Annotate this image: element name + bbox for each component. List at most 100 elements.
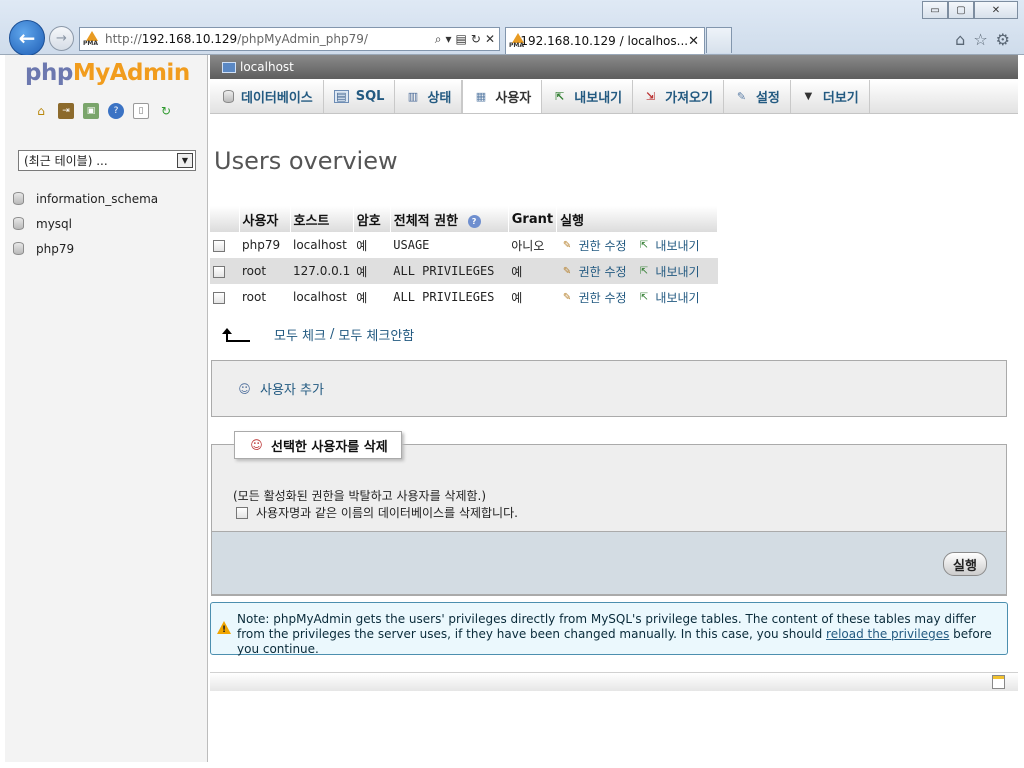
edit-privileges-link[interactable]: ✎ 권한 수정 (560, 237, 627, 254)
database-item-php79[interactable]: php79 (13, 236, 158, 261)
pma-favicon-icon: PMA (509, 33, 524, 49)
add-user-fieldset: ☺ 사용자 추가 (211, 360, 1007, 417)
table-row: root 127.0.0.1 예 ALL PRIVILEGES 예 ✎ 권한 수정… (210, 258, 718, 284)
database-icon (13, 192, 24, 205)
privileges-cell: ALL PRIVILEGES (390, 284, 509, 310)
page-title: Users overview (214, 147, 398, 175)
uncheck-all-link[interactable]: 모두 체크안함 (338, 325, 414, 344)
database-item-information-schema[interactable]: information_schema (13, 186, 158, 211)
add-user-link[interactable]: ☺ 사용자 추가 (237, 379, 324, 399)
search-icon[interactable]: ⌕ (435, 32, 442, 47)
row-checkbox[interactable] (213, 239, 225, 252)
users-table: 사용자 호스트 암호 전체적 권한 ? Grant 실행 php79 local… (210, 206, 719, 310)
phpmyadmin-logo[interactable]: phpMyAdmin (25, 60, 190, 86)
favorites-star-icon[interactable]: ☆ (973, 30, 987, 49)
home-icon[interactable]: ⌂ (33, 103, 49, 119)
drop-database-option[interactable]: 사용자명과 같은 이름의 데이터베이스를 삭제합니다. (236, 504, 518, 521)
console-bar (210, 672, 1018, 691)
pma-favicon-icon: PMA (83, 31, 101, 47)
top-menu-tabs: 데이터베이스 ▤ SQL ▥ 상태 ▦ 사용자 ⇱ 내보내기 ⇲ 가져오기 ✎ 설정 ▼ 더보… (210, 80, 1018, 114)
tab-close-icon[interactable]: ✕ (688, 34, 699, 49)
go-button[interactable]: 실행 (943, 552, 987, 576)
import-icon: ⇲ (646, 90, 656, 103)
privileges-cell: ALL PRIVILEGES (390, 258, 509, 284)
host-cell: localhost (290, 284, 354, 310)
maximize-button[interactable]: ▢ (948, 1, 974, 19)
delete-users-legend: ☺ 선택한 사용자를 삭제 (234, 431, 402, 459)
reload-navigation-icon[interactable]: ↻ (158, 103, 174, 119)
export-user-link[interactable]: ⇱ 내보내기 (636, 237, 700, 254)
recent-tables-select[interactable]: (최근 테이블) ... ▼ (18, 150, 196, 171)
row-checkbox[interactable] (213, 265, 225, 278)
password-cell: 예 (353, 258, 391, 284)
grant-cell: 예 (508, 284, 557, 310)
server-icon (222, 61, 236, 73)
compat-view-icon[interactable]: ▤ (456, 32, 467, 47)
column-header-password[interactable]: 암호 (353, 206, 391, 232)
console-icon[interactable] (992, 675, 1005, 689)
address-bar[interactable]: PMA http://192.168.10.129/phpMyAdmin_php… (79, 27, 500, 51)
host-cell: 127.0.0.1 (290, 258, 354, 284)
select-column-header (210, 206, 240, 232)
edit-privileges-link[interactable]: ✎ 권한 수정 (560, 289, 627, 306)
edit-privileges-link[interactable]: ✎ 권한 수정 (560, 263, 627, 280)
warning-icon: ! (217, 621, 231, 635)
user-cell: php79 (239, 232, 290, 258)
help-icon[interactable]: ? (108, 103, 124, 119)
database-list: information_schema mysql php79 (13, 186, 158, 261)
tab-status[interactable]: ▥ 상태 (395, 80, 463, 113)
tools-gear-icon[interactable]: ⚙ (996, 30, 1010, 49)
arrow-up-icon (222, 327, 252, 342)
documentation-icon[interactable]: ▯ (133, 103, 149, 119)
stop-icon[interactable]: ✕ (485, 32, 495, 47)
window-controls: ▭ ▢ ✕ (922, 1, 1018, 19)
export-user-link[interactable]: ⇱ 내보내기 (636, 263, 700, 280)
database-icon (13, 242, 24, 255)
table-row: php79 localhost 예 USAGE 아니오 ✎ 권한 수정 ⇱ 내보내기 (210, 232, 718, 258)
notice-message: ! Note: phpMyAdmin gets the users' privi… (210, 602, 1008, 656)
tab-sql[interactable]: ▤ SQL (324, 80, 396, 113)
delete-fieldset-footer: 실행 (211, 531, 1007, 595)
column-header-global-privileges[interactable]: 전체적 권한 ? (390, 206, 509, 232)
home-icon[interactable]: ⌂ (955, 30, 965, 49)
minimize-button[interactable]: ▭ (922, 1, 948, 19)
tab-export[interactable]: ⇱ 내보내기 (542, 80, 634, 113)
host-cell: localhost (290, 232, 354, 258)
check-all-link[interactable]: 모두 체크 (274, 325, 326, 344)
tab-more[interactable]: ▼ 더보기 (791, 80, 870, 113)
tab-users[interactable]: ▦ 사용자 (462, 80, 543, 113)
dropdown-arrow-icon[interactable]: ▼ (177, 153, 193, 168)
tab-title: 192.168.10.129 / localhos... (520, 34, 689, 48)
reload-privileges-link[interactable]: reload the privileges (826, 627, 949, 641)
nav-icon-toolbar: ⌂ ⇥ ▣ ? ▯ ↻ (33, 103, 174, 119)
server-link[interactable]: localhost (240, 60, 294, 74)
row-checkbox[interactable] (213, 291, 225, 304)
tab-import[interactable]: ⇲ 가져오기 (633, 80, 724, 113)
back-arrow-icon[interactable]: ← (9, 20, 45, 56)
browser-tab[interactable]: PMA 192.168.10.129 / localhos... ✕ (505, 27, 705, 54)
forward-arrow-icon[interactable]: → (49, 26, 74, 51)
column-header-grant[interactable]: Grant (508, 206, 558, 232)
export-user-link[interactable]: ⇱ 내보내기 (636, 289, 700, 306)
column-header-user[interactable]: 사용자 (239, 206, 291, 232)
sql-icon: ▤ (333, 90, 349, 103)
privileges-cell: USAGE (390, 232, 509, 258)
server-breadcrumb: localhost (210, 55, 1018, 79)
help-icon[interactable]: ? (467, 214, 481, 228)
navigation-panel: phpMyAdmin ⌂ ⇥ ▣ ? ▯ ↻ (최근 테이블) ... ▼ in… (5, 55, 208, 762)
database-item-mysql[interactable]: mysql (13, 211, 158, 236)
logout-icon[interactable]: ⇥ (58, 103, 74, 119)
drop-database-checkbox[interactable] (236, 506, 248, 519)
address-text[interactable]: http://192.168.10.129/phpMyAdmin_php79/ (105, 32, 435, 46)
close-window-button[interactable]: ✕ (974, 1, 1018, 19)
column-header-host[interactable]: 호스트 (290, 206, 354, 232)
query-window-icon[interactable]: ▣ (83, 103, 99, 119)
tab-databases[interactable]: 데이터베이스 (213, 80, 324, 113)
dropdown-chevron-icon[interactable]: ▾ (446, 32, 452, 47)
tab-settings[interactable]: ✎ 설정 (724, 80, 791, 113)
password-cell: 예 (353, 232, 391, 258)
user-cell: root (239, 284, 290, 310)
new-tab-button[interactable] (706, 27, 732, 53)
refresh-icon[interactable]: ↻ (471, 32, 481, 47)
grant-cell: 예 (508, 258, 557, 284)
